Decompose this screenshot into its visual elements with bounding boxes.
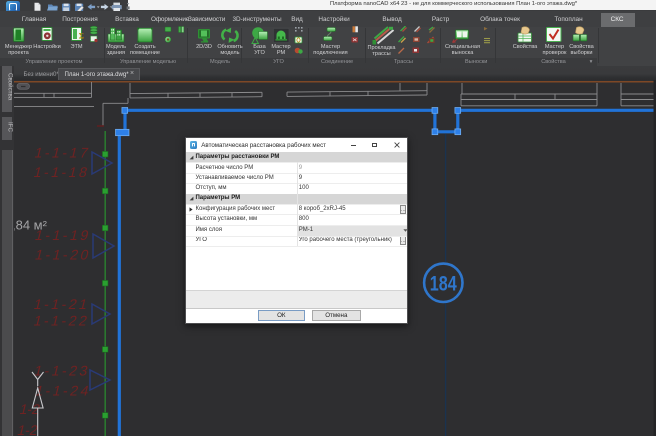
svg-text:1-1-24: 1-1-24 xyxy=(33,384,90,400)
svg-text:1-1-20: 1-1-20 xyxy=(33,248,90,264)
svg-text:,84 м²: ,84 м² xyxy=(12,218,48,233)
svg-text:1-1-17: 1-1-17 xyxy=(33,146,90,162)
svg-text:184: 184 xyxy=(430,273,457,296)
svg-text:Σ: Σ xyxy=(79,32,84,41)
svg-text:1-1-21: 1-1-21 xyxy=(32,297,89,313)
svg-text:1-1-18: 1-1-18 xyxy=(32,165,89,181)
svg-text:1-1-23: 1-1-23 xyxy=(32,364,89,380)
svg-text:Свойства: Свойства xyxy=(7,73,14,101)
svg-text:1-2: 1-2 xyxy=(16,423,40,436)
svg-text:1-1-22: 1-1-22 xyxy=(32,314,89,330)
svg-text:IFC: IFC xyxy=(7,122,14,132)
